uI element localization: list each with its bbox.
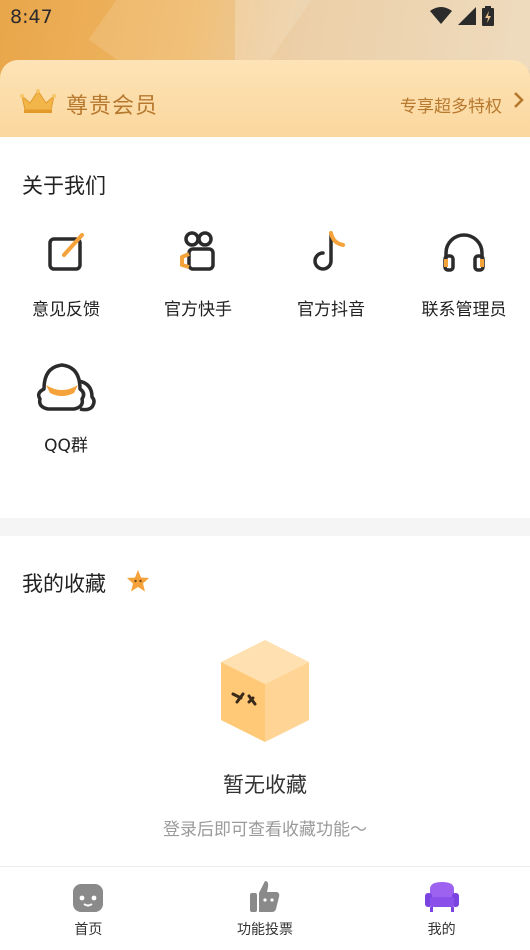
bottom-nav: 首页 功能投票 我的	[0, 866, 530, 950]
empty-subtitle: 登录后即可查看收藏功能～	[163, 820, 367, 840]
about-item-label: 意见反馈	[32, 300, 100, 320]
home-icon	[70, 879, 106, 915]
favorites-title: 我的收藏	[22, 572, 106, 596]
nav-item-mine[interactable]: 我的	[353, 867, 530, 950]
about-item-qq-group[interactable]: QQ群	[0, 359, 132, 456]
nav-label: 我的	[427, 922, 456, 938]
about-item-label: 联系管理员	[421, 300, 507, 320]
vip-banner[interactable]: 尊贵会员 专享超多特权	[0, 60, 530, 138]
empty-box-illustration	[215, 636, 315, 750]
feedback-icon	[42, 229, 90, 277]
sofa-icon	[424, 879, 460, 915]
nav-item-vote[interactable]: 功能投票	[177, 867, 354, 950]
nav-label: 功能投票	[237, 922, 293, 938]
qq-group-icon	[34, 359, 98, 415]
headset-icon	[440, 229, 488, 277]
status-time: 8:47	[10, 6, 53, 28]
wifi-icon	[430, 7, 452, 29]
star-icon	[126, 569, 150, 597]
chevron-right-icon	[512, 90, 526, 115]
about-item-label: 官方抖音	[297, 300, 365, 320]
vip-title: 尊贵会员	[66, 94, 159, 119]
douyin-icon	[307, 229, 355, 277]
about-title: 关于我们	[22, 174, 106, 198]
about-item-label: QQ群	[44, 436, 88, 456]
signal-icon	[458, 7, 476, 29]
about-item-label: 官方快手	[164, 300, 232, 320]
vip-more-link[interactable]: 专享超多特权	[400, 92, 502, 117]
about-item-kuaishou[interactable]: 官方快手	[132, 229, 264, 320]
thumbs-up-icon	[247, 879, 283, 915]
kuaishou-icon	[174, 229, 222, 277]
about-item-feedback[interactable]: 意见反馈	[0, 229, 132, 320]
about-item-douyin[interactable]: 官方抖音	[265, 229, 397, 320]
nav-label: 首页	[74, 922, 103, 938]
status-bar: 8:47	[0, 0, 530, 34]
favorites-section: 我的收藏 暂无收藏 登录后即可查看收藏功能～	[0, 536, 530, 866]
battery-icon	[482, 6, 494, 30]
nav-item-home[interactable]: 首页	[0, 867, 177, 950]
empty-title: 暂无收藏	[223, 773, 307, 797]
about-section: 关于我们 意见反馈 官方快手 官方抖音 联系管理员 QQ群	[0, 137, 530, 518]
about-item-contact-admin[interactable]: 联系管理员	[398, 229, 530, 320]
crown-icon	[20, 88, 56, 118]
